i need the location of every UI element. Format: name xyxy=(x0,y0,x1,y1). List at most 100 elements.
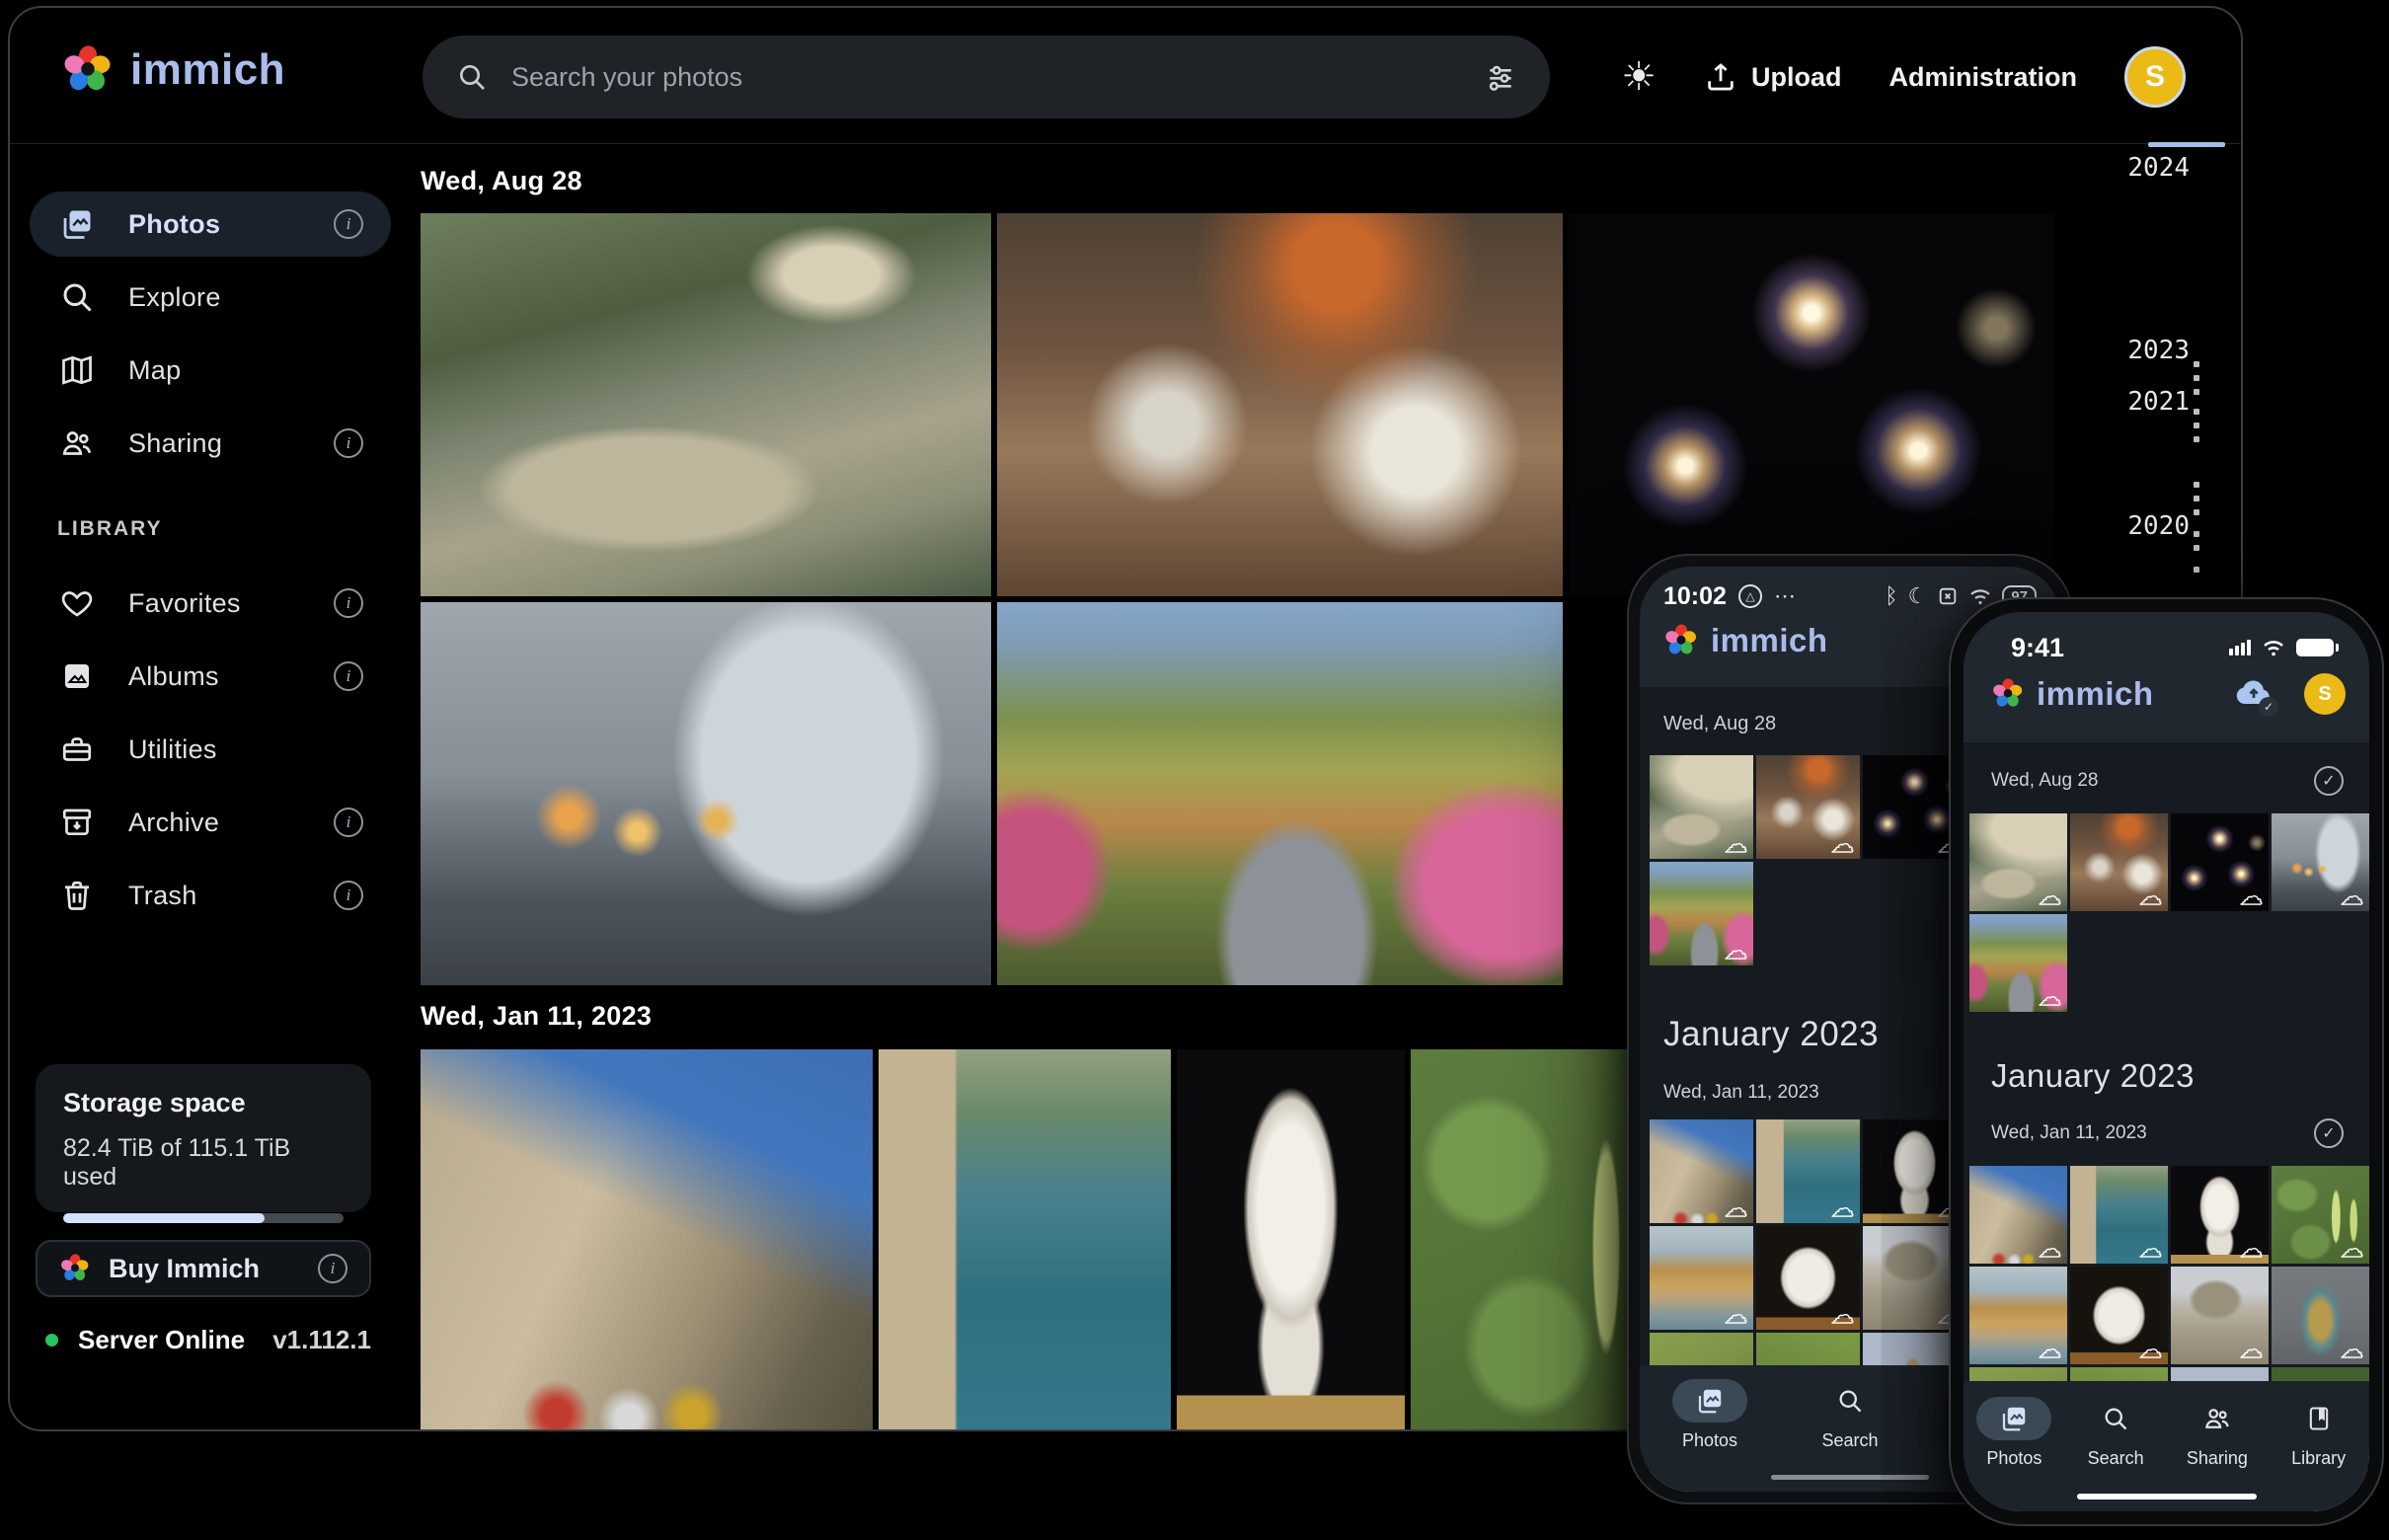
photo-marble-bust[interactable]: ☁ xyxy=(2171,1166,2269,1264)
iphone-photo-grid-aug: ☁☁☁☁☁ xyxy=(1964,813,2369,1012)
photo-ornate-crown[interactable]: ☁ xyxy=(2272,1267,2369,1364)
info-icon[interactable]: i xyxy=(334,881,363,910)
photo-fortress-harbor[interactable] xyxy=(879,1049,1171,1429)
photo-autumn-park[interactable]: ☁ xyxy=(1969,914,2067,1012)
archive-icon xyxy=(59,805,95,840)
photo-dinner-table[interactable]: ☁ xyxy=(1756,755,1860,859)
photo-holding-hands[interactable] xyxy=(421,602,991,985)
cloud-sync-icon: ☁ xyxy=(2240,1340,2263,1362)
search-icon xyxy=(2102,1405,2129,1432)
cloud-backup-icon[interactable]: ✓ xyxy=(2233,676,2274,713)
photo-marble-relief[interactable]: ☁ xyxy=(1756,1226,1860,1330)
sidebar-label-archive: Archive xyxy=(128,808,219,838)
photo-fortress-wall[interactable] xyxy=(421,1049,873,1429)
sidebar-label-photos: Photos xyxy=(128,209,220,240)
user-avatar[interactable]: S xyxy=(2124,46,2186,108)
info-icon[interactable]: i xyxy=(334,428,363,458)
nav-library[interactable]: Library xyxy=(2281,1397,2356,1469)
info-icon[interactable]: i xyxy=(318,1254,347,1283)
photo-fortress-wall[interactable]: ☁ xyxy=(1969,1166,2067,1264)
iphone-date-header: Wed, Aug 28 xyxy=(1991,770,2098,792)
info-icon[interactable]: i xyxy=(334,209,363,239)
photo-dinner-table[interactable] xyxy=(997,213,1563,596)
cloud-sync-icon: ☁ xyxy=(2139,1239,2162,1262)
upload-icon xyxy=(1704,60,1737,94)
top-navigation-bar: immich ☀ Upload xyxy=(10,8,2241,144)
cloud-sync-icon: ☁ xyxy=(2139,1340,2162,1362)
timeline-active-indicator xyxy=(2148,142,2225,147)
user-avatar[interactable]: S xyxy=(2304,673,2346,715)
upload-label: Upload xyxy=(1751,62,1842,93)
cloud-sync-icon: ☁ xyxy=(2039,886,2061,909)
photo-sea-grapes[interactable]: ☁ xyxy=(2272,1166,2369,1264)
photo-beach-cliff[interactable]: ☁ xyxy=(1650,1226,1753,1330)
search-filters-icon[interactable] xyxy=(1485,61,1516,93)
search-bar[interactable] xyxy=(423,36,1550,118)
trash-icon xyxy=(59,878,95,913)
sidebar-item-favorites[interactable]: Favorites i xyxy=(30,571,391,636)
sidebar-item-map[interactable]: Map xyxy=(30,338,391,403)
nav-photos[interactable]: Photos xyxy=(1672,1379,1747,1451)
photo-autumn-park[interactable]: ☁ xyxy=(1650,862,1753,965)
search-input[interactable] xyxy=(511,62,1461,93)
photos-icon xyxy=(1695,1386,1725,1416)
select-all-check-icon[interactable]: ✓ xyxy=(2314,766,2344,796)
sharing-people-icon xyxy=(2202,1404,2232,1433)
timeline-year-2024[interactable]: 2024 xyxy=(2127,153,2190,183)
iphone-bottom-nav: Photos Search Sharing Library xyxy=(1964,1381,2369,1511)
select-all-check-icon[interactable]: ✓ xyxy=(2314,1118,2344,1148)
info-icon[interactable]: i xyxy=(334,588,363,618)
sidebar-item-utilities[interactable]: Utilities xyxy=(30,717,391,782)
sidebar-item-sharing[interactable]: Sharing i xyxy=(30,411,391,476)
nav-search[interactable]: Search xyxy=(1812,1379,1888,1451)
buy-immich-button[interactable]: Buy Immich i xyxy=(36,1240,371,1297)
photo-dinner-table[interactable]: ☁ xyxy=(2070,813,2168,911)
timeline-year-2020[interactable]: 2020 xyxy=(2127,511,2190,541)
nav-search[interactable]: Search xyxy=(2078,1397,2153,1469)
photos-icon xyxy=(1999,1404,2029,1433)
photo-zoo-monkeys[interactable] xyxy=(421,213,991,596)
storage-progress-track xyxy=(63,1213,344,1223)
photo-autumn-park[interactable] xyxy=(997,602,1563,985)
theme-toggle-icon[interactable]: ☀ xyxy=(1621,57,1657,97)
sidebar-item-archive[interactable]: Archive i xyxy=(30,790,391,855)
photo-castle-ruins[interactable]: ☁ xyxy=(2171,1267,2269,1364)
home-indicator[interactable] xyxy=(2077,1494,2257,1500)
photo-fortress-harbor[interactable]: ☁ xyxy=(1756,1119,1860,1223)
ellipsis-icon: ⋯ xyxy=(1774,583,1796,609)
photo-beach-cliff[interactable]: ☁ xyxy=(1969,1267,2067,1364)
info-icon[interactable]: i xyxy=(334,661,363,691)
photo-zoo-monkeys[interactable]: ☁ xyxy=(1969,813,2067,911)
photo-fireworks[interactable] xyxy=(1569,213,2054,596)
sidebar-item-explore[interactable]: Explore xyxy=(30,265,391,330)
photo-holding-hands[interactable]: ☁ xyxy=(2272,813,2369,911)
search-icon xyxy=(1836,1387,1864,1415)
home-indicator[interactable] xyxy=(1771,1475,1929,1480)
cloud-sync-icon: ☁ xyxy=(1831,834,1854,857)
photo-zoo-monkeys[interactable]: ☁ xyxy=(1650,755,1753,859)
server-version: v1.112.1 xyxy=(272,1325,371,1355)
nav-photos[interactable]: Photos xyxy=(1976,1397,2051,1469)
dnd-moon-icon: ☾ xyxy=(1908,583,1928,609)
photo-marble-bust[interactable] xyxy=(1177,1049,1405,1429)
photo-fortress-wall[interactable]: ☁ xyxy=(1650,1119,1753,1223)
photo-fortress-harbor[interactable]: ☁ xyxy=(2070,1166,2168,1264)
administration-link[interactable]: Administration xyxy=(1888,62,2077,93)
iphone-header: 9:41 immich xyxy=(1964,612,2369,742)
sidebar-item-albums[interactable]: Albums i xyxy=(30,644,391,709)
sidebar-item-photos[interactable]: Photos i xyxy=(30,192,391,257)
photo-fireworks[interactable]: ☁ xyxy=(2171,813,2269,911)
nav-label: Photos xyxy=(1986,1448,2042,1469)
timeline-year-2021[interactable]: 2021 xyxy=(2127,387,2190,417)
iphone-mockup: 9:41 immich xyxy=(1949,597,2384,1526)
timeline-year-2023[interactable]: 2023 xyxy=(2127,336,2190,365)
photo-marble-relief[interactable]: ☁ xyxy=(2070,1267,2168,1364)
nav-label: Search xyxy=(1821,1430,1878,1451)
nav-sharing[interactable]: Sharing xyxy=(2180,1397,2255,1469)
sidebar-item-trash[interactable]: Trash i xyxy=(30,863,391,928)
server-status-row: Server Online v1.112.1 xyxy=(45,1325,371,1355)
upload-button[interactable]: Upload xyxy=(1704,60,1842,94)
immich-logo-icon xyxy=(1991,677,2025,711)
info-icon[interactable]: i xyxy=(334,808,363,837)
brand-wordmark: immich xyxy=(130,45,285,95)
